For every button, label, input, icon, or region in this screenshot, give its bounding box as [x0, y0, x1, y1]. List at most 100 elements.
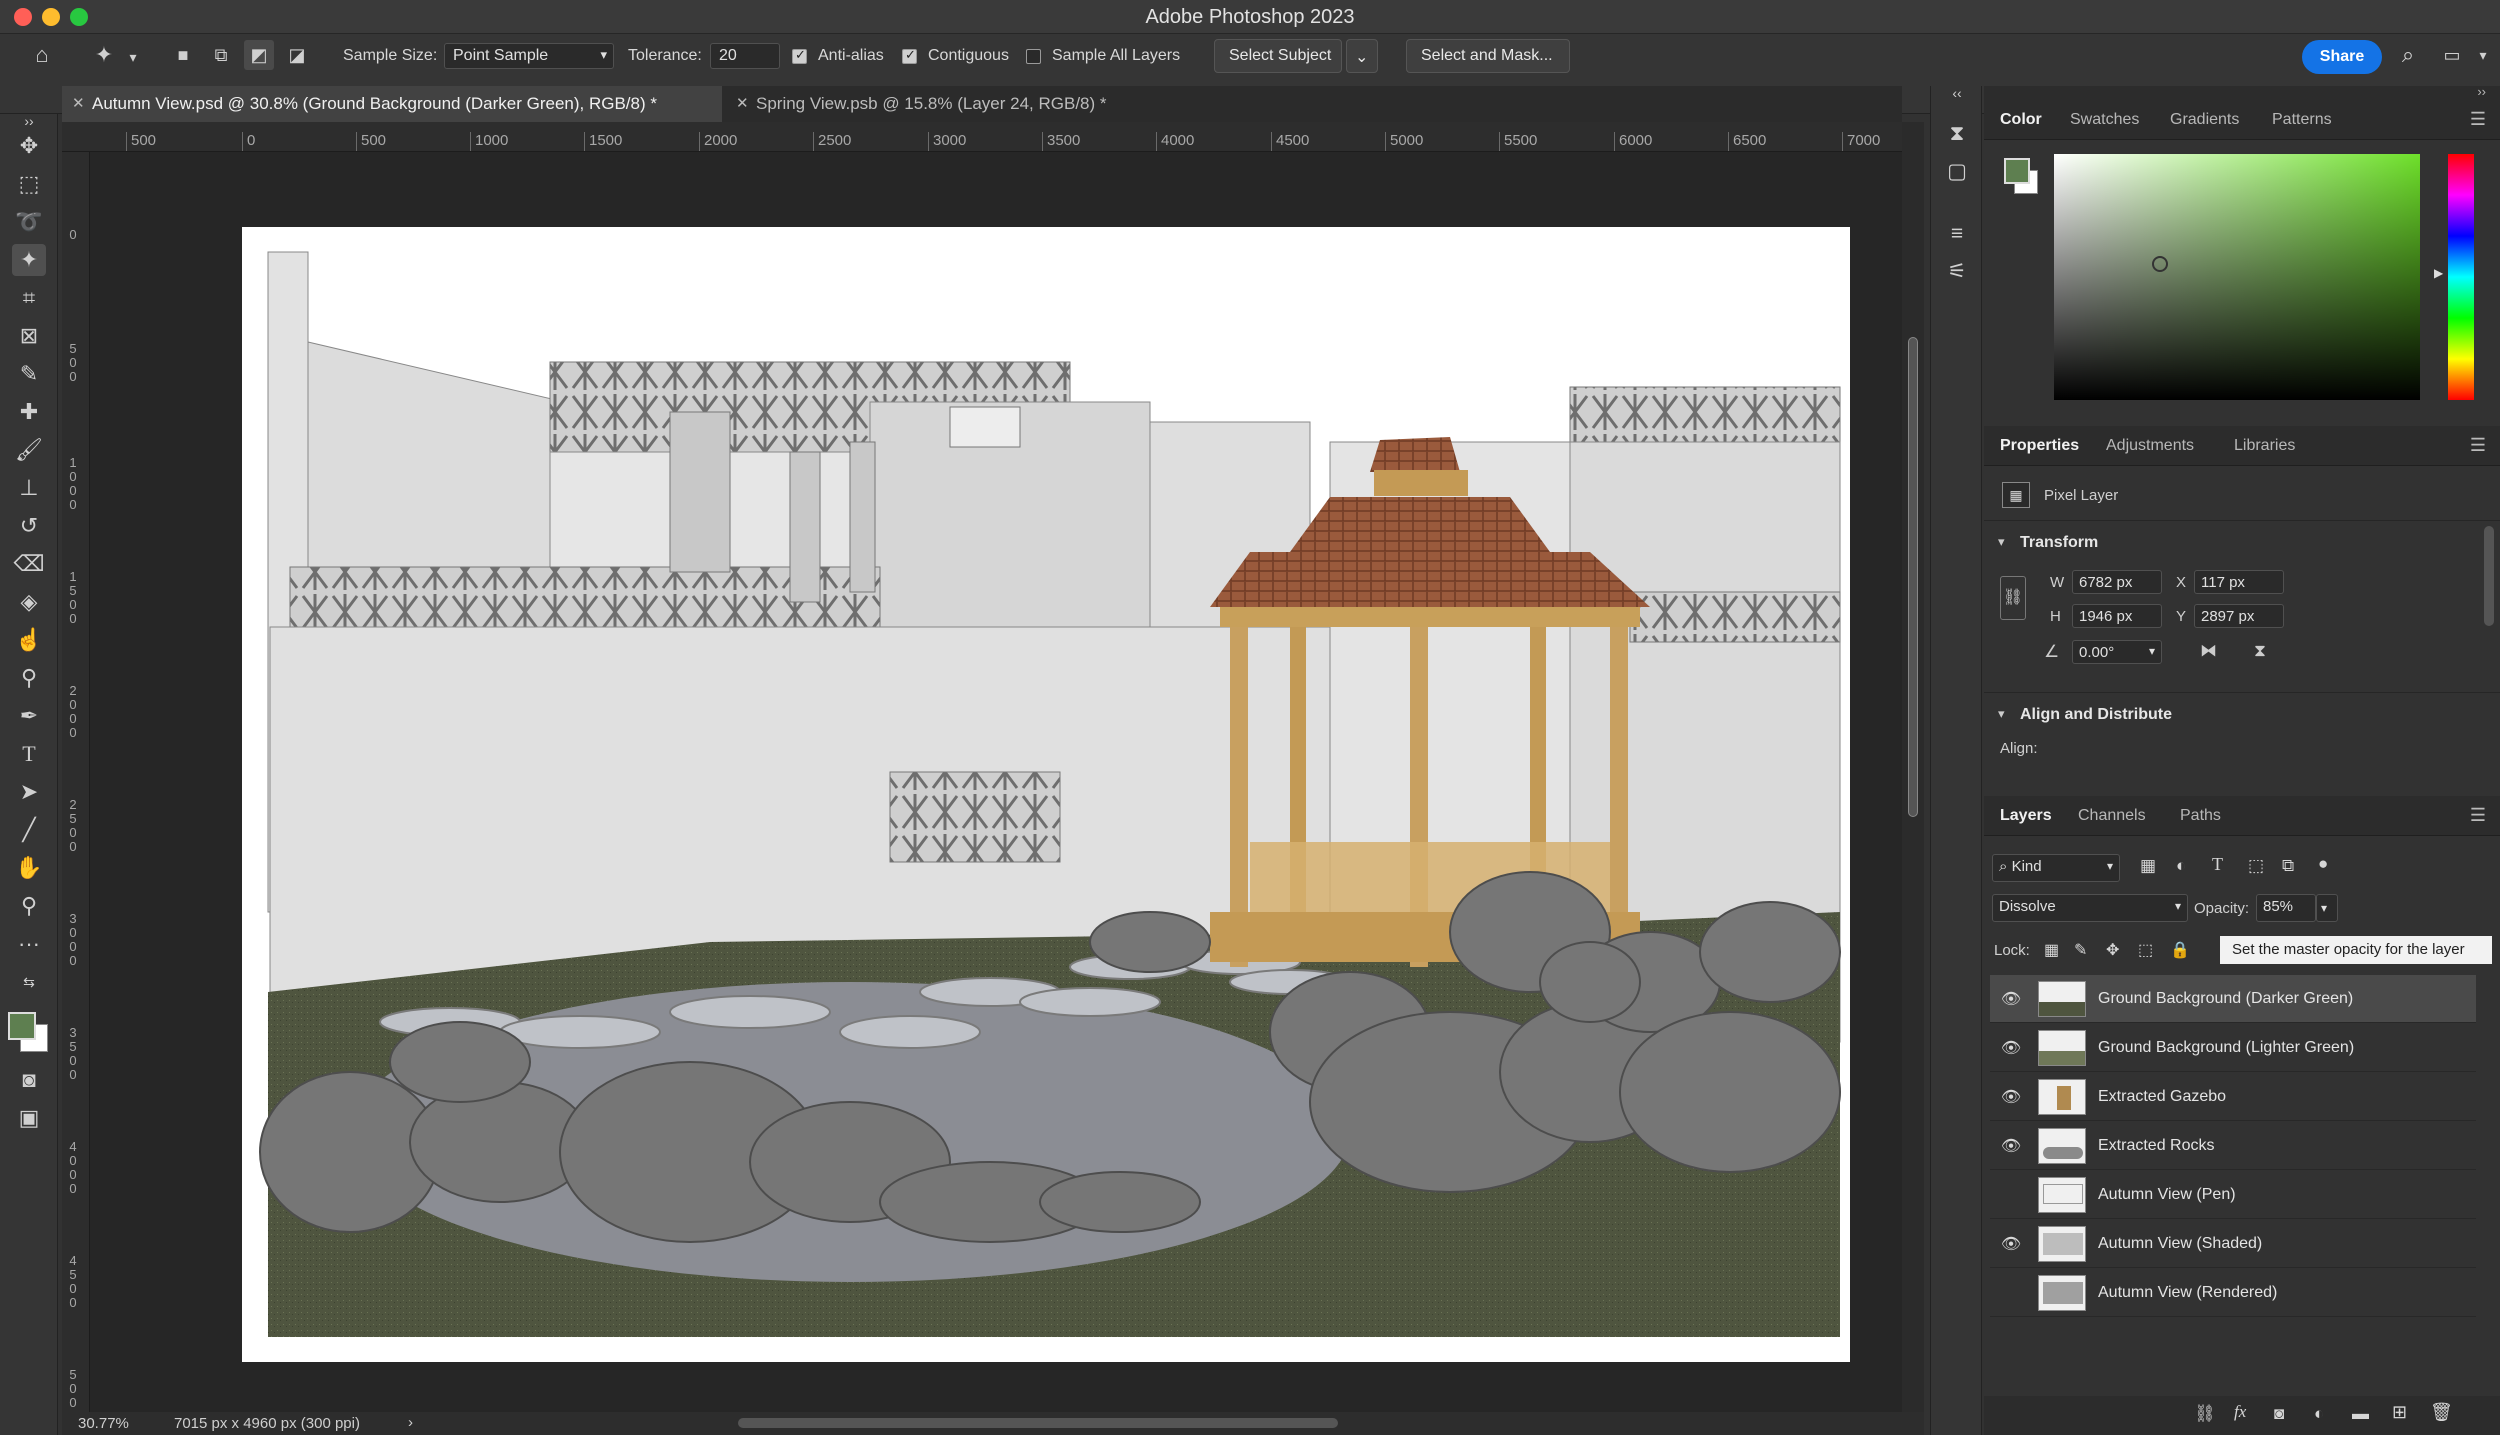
flip-horizontal-icon[interactable]: ⧓ [2200, 641, 2217, 661]
line-tool-icon[interactable]: ╱ [12, 814, 46, 846]
layer-name[interactable]: Autumn View (Pen) [2098, 1186, 2236, 1204]
hand-tool-icon[interactable]: ✋ [12, 852, 46, 884]
crop-tool-icon[interactable]: ⌗ [12, 282, 46, 314]
blend-mode-select[interactable]: Dissolve ▾ [1992, 894, 2188, 922]
intersect-selection-icon[interactable]: ◪ [282, 40, 312, 70]
new-layer-icon[interactable]: ⊞ [2392, 1402, 2407, 1423]
opacity-dropdown[interactable]: ▾ [2316, 894, 2338, 922]
more-tools-icon[interactable]: ··· [12, 928, 46, 960]
tab-adjustments[interactable]: Adjustments [2106, 437, 2194, 455]
home-icon[interactable]: ⌂ [24, 40, 60, 70]
fx-icon[interactable]: fx [2234, 1402, 2246, 1422]
layer-name[interactable]: Ground Background (Lighter Green) [2098, 1039, 2354, 1057]
layer-row[interactable]: 👁 Autumn View (Pen) [1990, 1171, 2476, 1219]
frame-tool-icon[interactable]: ⊠ [12, 320, 46, 352]
lock-all-icon[interactable]: 🔒 [2170, 940, 2190, 960]
filter-type-icon[interactable]: T [2212, 854, 2223, 875]
layer-row[interactable]: 👁 Extracted Rocks [1990, 1122, 2476, 1170]
height-input[interactable]: 1946 px [2072, 604, 2162, 628]
flip-vertical-icon[interactable]: ⧗ [2254, 641, 2266, 661]
visibility-eye-icon[interactable]: 👁 [2000, 1234, 2022, 1254]
trash-icon[interactable]: 🗑 [2430, 1402, 2453, 1423]
sample-size-select[interactable]: Point Sample ▾ [444, 43, 614, 69]
move-tool-icon[interactable]: ✥ [12, 130, 46, 162]
close-icon[interactable]: ✕ [72, 94, 85, 112]
close-icon[interactable]: ✕ [736, 94, 749, 112]
magic-wand-tool-icon[interactable]: ✦ [12, 244, 46, 276]
sample-all-layers-checkbox[interactable] [1026, 49, 1041, 64]
layer-row[interactable]: 👁 Autumn View (Shaded) [1990, 1220, 2476, 1268]
tab-channels[interactable]: Channels [2078, 807, 2146, 825]
lock-position-icon[interactable]: ✥ [2106, 940, 2119, 960]
y-input[interactable]: 2897 px [2194, 604, 2284, 628]
subtract-from-selection-icon[interactable]: ◩ [244, 40, 274, 70]
magic-wand-preset-icon[interactable]: ✦ [86, 40, 122, 70]
width-input[interactable]: 6782 px [2072, 570, 2162, 594]
filter-pixel-icon[interactable]: ▦ [2140, 856, 2156, 876]
chevron-down-icon[interactable]: ▾ [1998, 534, 2005, 550]
anti-alias-checkbox[interactable] [792, 47, 807, 64]
visibility-eye-icon[interactable]: 👁 [2000, 1087, 2022, 1107]
lock-pixels-icon[interactable]: ✎ [2074, 940, 2087, 960]
screen-mode-icon[interactable]: ▣ [12, 1102, 46, 1134]
zoom-tool-icon[interactable]: ⚲ [12, 890, 46, 922]
chevron-right-icon[interactable]: › [408, 1414, 413, 1431]
panel-menu-icon[interactable]: ☰ [2470, 805, 2486, 826]
tab-color[interactable]: Color [2000, 111, 2042, 129]
layer-name[interactable]: Extracted Rocks [2098, 1137, 2214, 1155]
lock-artboard-icon[interactable]: ⬚ [2138, 940, 2153, 960]
panel-menu-icon[interactable]: ☰ [2470, 109, 2486, 130]
tab-autumn-view[interactable]: ✕ Autumn View.psd @ 30.8% (Ground Backgr… [62, 86, 722, 122]
layer-row[interactable]: 👁 Autumn View (Rendered) [1990, 1269, 2476, 1317]
foreground-color-swatch[interactable] [2004, 158, 2030, 184]
hue-slider[interactable] [2448, 154, 2474, 400]
filter-smart-object-icon[interactable]: ⧉ [2282, 856, 2294, 876]
tab-properties[interactable]: Properties [2000, 437, 2079, 455]
visibility-eye-icon[interactable]: 👁 [2000, 1136, 2022, 1156]
workspace-icon[interactable]: ▭ [2436, 40, 2468, 70]
align-section-title[interactable]: Align and Distribute [2020, 706, 2172, 724]
link-layers-icon[interactable]: ⛓ [2194, 1404, 2216, 1424]
link-dimensions-icon[interactable]: ⛓ [2000, 576, 2026, 620]
visibility-eye-icon[interactable]: 👁 [2000, 1038, 2022, 1058]
brush-tool-icon[interactable]: 🖌 [12, 434, 46, 466]
layer-row[interactable]: 👁 Extracted Gazebo [1990, 1073, 2476, 1121]
chevron-down-icon[interactable]: ▾ [2470, 40, 2496, 70]
select-subject-button[interactable]: Select Subject [1214, 39, 1342, 73]
document-canvas[interactable] [90, 152, 1902, 1412]
horizontal-scrollbar-thumb[interactable] [738, 1418, 1338, 1428]
panel-menu-icon[interactable]: ☰ [2470, 435, 2486, 456]
tolerance-input[interactable]: 20 [710, 43, 780, 69]
paint-bucket-tool-icon[interactable]: ◈ [12, 586, 46, 618]
filter-toggle-icon[interactable]: ● [2318, 854, 2328, 874]
scrollbar-thumb[interactable] [1908, 337, 1918, 817]
lock-transparency-icon[interactable]: ▦ [2044, 940, 2059, 960]
layer-row[interactable]: 👁 Ground Background (Lighter Green) [1990, 1024, 2476, 1072]
contiguous-checkbox[interactable] [902, 47, 917, 64]
canvas-area[interactable] [90, 152, 1902, 1412]
dodge-tool-icon[interactable]: ⚲ [12, 662, 46, 694]
layer-filter-kind-select[interactable]: ⌕ Kind ▾ [1992, 854, 2120, 882]
opacity-input[interactable]: 85% [2256, 894, 2316, 922]
select-subject-dropdown[interactable]: ⌄ [1346, 39, 1378, 73]
eyedropper-tool-icon[interactable]: ✎ [12, 358, 46, 390]
eraser-tool-icon[interactable]: ⌫ [12, 548, 46, 580]
hue-slider-handle-icon[interactable]: ▶ [2434, 266, 2443, 280]
tab-spring-view[interactable]: ✕ Spring View.psb @ 15.8% (Layer 24, RGB… [726, 86, 1216, 122]
filter-adjustment-icon[interactable]: ◐ [2176, 856, 2186, 876]
clone-stamp-tool-icon[interactable]: ⊥ [12, 472, 46, 504]
foreground-color-swatch[interactable] [8, 1012, 36, 1040]
history-icon[interactable]: ⧗ [1941, 118, 1973, 150]
brush-settings-icon[interactable]: ≡ [1941, 218, 1973, 250]
x-input[interactable]: 117 px [2194, 570, 2284, 594]
vertical-scrollbar[interactable] [1902, 122, 1924, 1412]
tab-layers[interactable]: Layers [2000, 807, 2052, 825]
share-button[interactable]: Share [2302, 40, 2382, 74]
swap-colors-icon[interactable]: ⇆ [12, 966, 46, 990]
lasso-tool-icon[interactable]: ➰ [12, 206, 46, 238]
layer-row[interactable]: 👁 Ground Background (Darker Green) [1990, 975, 2476, 1023]
add-to-selection-icon[interactable]: ⧉ [206, 40, 236, 70]
transform-section-title[interactable]: Transform [2020, 534, 2098, 552]
tab-gradients[interactable]: Gradients [2170, 111, 2239, 129]
group-folder-icon[interactable]: ▬ [2352, 1404, 2369, 1424]
